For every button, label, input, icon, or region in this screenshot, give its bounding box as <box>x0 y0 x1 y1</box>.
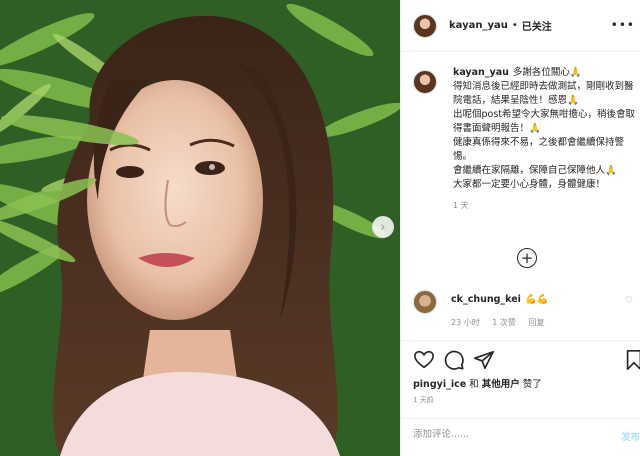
comment-icon[interactable] <box>443 349 465 371</box>
author-avatar[interactable] <box>413 13 437 38</box>
instagram-post-view: › kayan_yau • 已关注 ••• kayan_yau 多謝各位關心🙏 得… <box>0 0 640 456</box>
post-actions-bar <box>401 340 640 380</box>
caption-timestamp: 1 天 <box>453 201 469 210</box>
caption-text: kayan_yau 多謝各位關心🙏 得知消息後已經即時去做測試，剛剛收到醫院電話，… <box>453 66 637 192</box>
comment-meta: 23 小时 1 次赞 回复 <box>451 317 640 328</box>
likes-connector: 和 <box>469 379 479 390</box>
likes-summary: pingyi_ice 和 其他用户 赞了 <box>413 376 542 390</box>
other-likers-link[interactable]: 其他用户 <box>482 379 520 390</box>
add-comment-bar: 发布 <box>401 418 640 456</box>
follow-status-button[interactable]: 已关注 <box>522 18 552 33</box>
comment-item: ck_chung_kei 💪💪 23 小时 1 次赞 回复 ♡ <box>413 290 640 328</box>
caption-author-avatar[interactable] <box>413 70 437 94</box>
comment-reply-button[interactable]: 回复 <box>528 318 544 327</box>
bookmark-icon[interactable] <box>623 349 640 371</box>
comment-input[interactable] <box>413 429 593 440</box>
caption-line: 得知消息後已經即時去做測試，剛剛收到醫院電話，結果呈陰性！感恩🙏 <box>453 81 634 106</box>
share-icon[interactable] <box>473 349 495 371</box>
more-horizontal-icon[interactable]: ••• <box>611 18 635 32</box>
caption-username[interactable]: kayan_yau <box>453 67 509 78</box>
post-header: kayan_yau • 已关注 ••• <box>401 0 640 52</box>
caption-line: 會繼續在家隔離，保障自己保障他人🙏 <box>453 165 617 176</box>
comment-text: ck_chung_kei 💪💪 <box>451 290 640 305</box>
post-age: 1 天前 <box>413 396 434 404</box>
liker-username[interactable]: pingyi_ice <box>413 379 466 390</box>
chevron-right-icon: › <box>380 219 386 235</box>
header-separator: • <box>511 20 518 31</box>
next-photo-button[interactable]: › <box>372 216 394 238</box>
caption-line: 出呢個post希望令大家無咁擔心，稍後會取得書面聲明報告！🙏 <box>453 109 636 134</box>
post-caption: kayan_yau 多謝各位關心🙏 得知消息後已經即時去做測試，剛剛收到醫院電話，… <box>413 66 637 211</box>
portrait-image <box>0 0 400 456</box>
commenter-username[interactable]: ck_chung_kei <box>451 294 521 305</box>
author-username[interactable]: kayan_yau <box>449 20 508 31</box>
caption-line: 大家都一定要小心身體，身體健康！ <box>453 179 606 190</box>
post-sidebar: kayan_yau • 已关注 ••• kayan_yau 多謝各位關心🙏 得知消… <box>400 0 640 456</box>
commenter-avatar[interactable] <box>413 290 437 314</box>
post-photo[interactable]: › <box>0 0 400 456</box>
comment-time: 23 小时 <box>451 318 480 327</box>
comment-likes[interactable]: 1 次赞 <box>492 318 516 327</box>
caption-line: 多謝各位關心🙏 <box>512 67 582 78</box>
likes-suffix: 赞了 <box>522 379 542 390</box>
comment-heart-icon[interactable]: ♡ <box>625 296 633 306</box>
plus-circle-icon[interactable]: + <box>517 248 537 268</box>
heart-icon[interactable] <box>413 349 435 371</box>
caption-line: 健康真係得來不易，之後都會繼續保持警惕。 <box>453 137 625 162</box>
post-comment-button[interactable]: 发布 <box>621 429 640 443</box>
comment-body: 💪💪 <box>524 294 549 305</box>
